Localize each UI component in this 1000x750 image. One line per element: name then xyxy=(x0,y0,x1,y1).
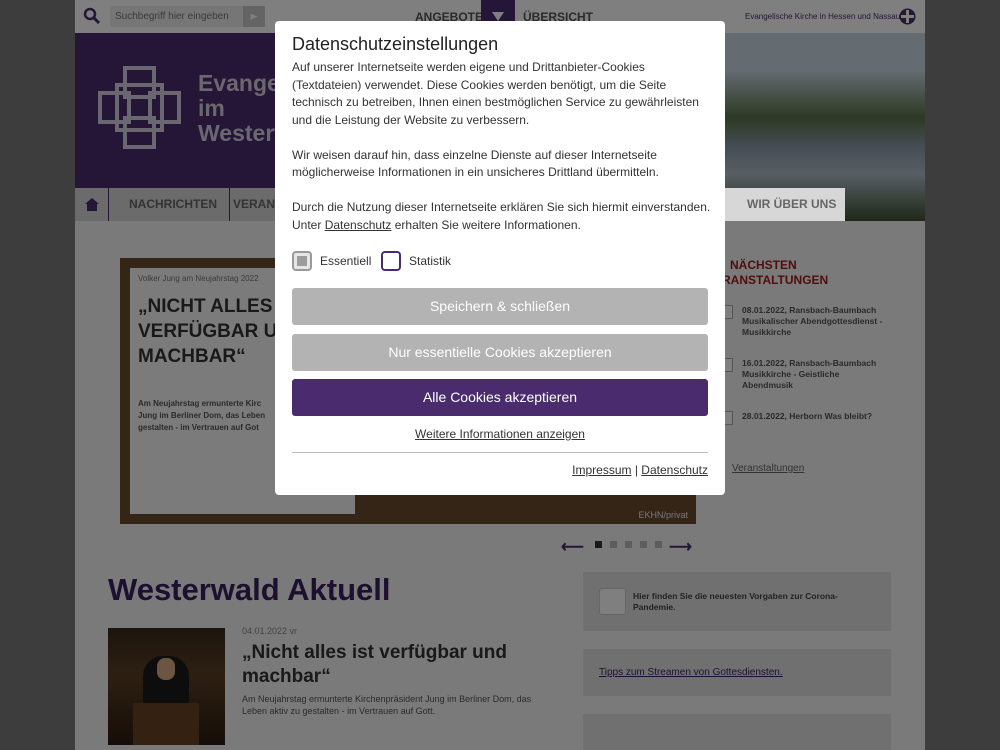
more-info-link[interactable]: Weitere Informationen anzeigen xyxy=(275,427,725,441)
essential-checkbox-row: Essentiell xyxy=(292,250,371,272)
dialog-paragraph: Auf unserer Internetseite werden eigene … xyxy=(292,60,699,127)
statistic-checkbox-row[interactable]: Statistik xyxy=(381,250,451,272)
dialog-divider xyxy=(292,452,708,453)
essential-checkbox-label: Essentiell xyxy=(320,254,372,268)
dialog-footer: Impressum | Datenschutz xyxy=(572,463,708,477)
privacy-inline-link[interactable]: Datenschutz xyxy=(325,218,392,232)
privacy-link[interactable]: Datenschutz xyxy=(641,463,708,477)
dialog-body: Auf unserer Internetseite werden eigene … xyxy=(292,59,712,252)
statistic-checkbox[interactable] xyxy=(381,251,401,271)
footer-separator: | xyxy=(634,463,638,477)
dialog-paragraph: Wir weisen darauf hin, dass einzelne Die… xyxy=(292,147,659,180)
essential-checkbox xyxy=(292,251,312,271)
dialog-paragraph: Durch die Nutzung dieser Internetseite e… xyxy=(292,199,712,234)
save-and-close-button[interactable]: Speichern & schließen xyxy=(292,288,708,325)
dialog-title: Datenschutzeinstellungen xyxy=(292,34,499,54)
nav-item-about-us[interactable]: WIR ÜBER UNS xyxy=(725,188,845,221)
accept-all-button[interactable]: Alle Cookies akzeptieren xyxy=(292,379,708,416)
imprint-link[interactable]: Impressum xyxy=(572,463,631,477)
cookie-consent-dialog: Datenschutzeinstellungen Auf unserer Int… xyxy=(275,21,725,495)
accept-essential-button[interactable]: Nur essentielle Cookies akzeptieren xyxy=(292,334,708,371)
statistic-checkbox-label[interactable]: Statistik xyxy=(409,254,451,268)
dialog-text: erhalten Sie weitere Informationen. xyxy=(391,217,581,232)
